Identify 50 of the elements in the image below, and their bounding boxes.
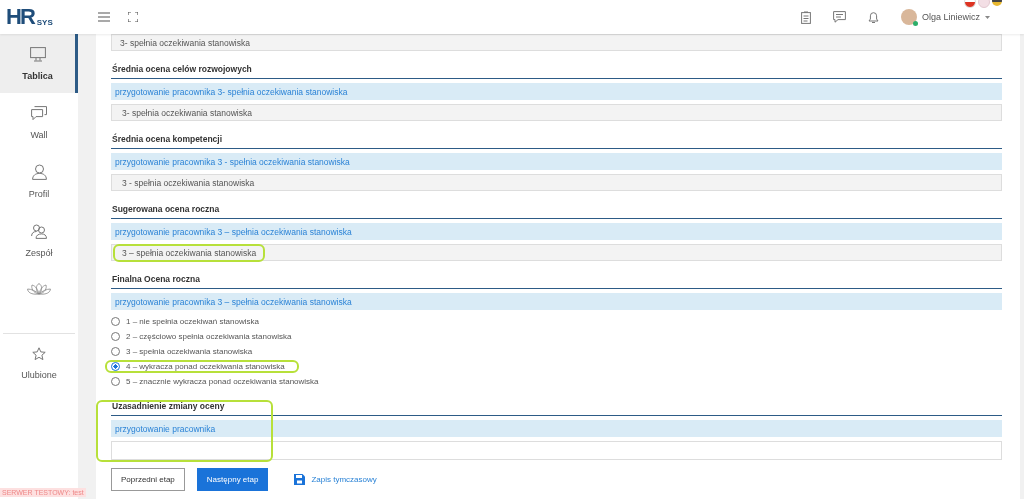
- radio-option[interactable]: 4 – wykracza ponad oczekiwania stanowiska: [105, 360, 299, 373]
- sidebar-item[interactable]: Ulubione: [0, 334, 78, 393]
- section-heading: Finalna Ocena roczna: [111, 274, 1002, 289]
- value-text: 3- spełnia oczekiwania stanowiska: [121, 106, 253, 120]
- next-button[interactable]: Następny etap: [196, 468, 269, 491]
- input-field[interactable]: [111, 441, 1002, 460]
- caret-icon[interactable]: [985, 15, 990, 19]
- user-name[interactable]: Olga Liniewicz: [921, 12, 980, 22]
- lotus-icon: [27, 283, 51, 295]
- radio-option[interactable]: 2 – częściowo spełnia oczekiwania stanowiska: [105, 330, 306, 343]
- team-icon: [31, 223, 47, 239]
- value-field: 3- spełnia oczekiwania stanowiska: [111, 34, 1002, 51]
- sidebar-item[interactable]: Wall: [0, 93, 78, 152]
- sidebar-item[interactable]: Profil: [0, 152, 78, 211]
- value-text: 3 – spełnia oczekiwania stanowiska: [113, 243, 266, 262]
- radio-option[interactable]: 1 – nie spełnia oczekiwań stanowiska: [105, 315, 273, 328]
- sidebar-item[interactable]: Tablica: [0, 34, 78, 93]
- menu-icon[interactable]: [98, 12, 110, 22]
- chat-icon: [31, 105, 47, 121]
- section-heading: Uzasadnienie zmiany oceny: [111, 401, 1002, 416]
- radio-icon[interactable]: [111, 317, 120, 326]
- clipboard-icon[interactable]: [800, 10, 811, 24]
- person-icon: [31, 164, 47, 180]
- hint-bar: przygotowanie pracownika 3- spełnia oczekiwania stanowiska: [111, 83, 1002, 100]
- radio-option[interactable]: 3 – spełnia oczekiwania stanowiska: [105, 345, 267, 358]
- radio-icon[interactable]: [111, 347, 120, 356]
- hint-bar: przygotowanie pracownika 3 – spełnia oczekiwania stanowiska: [111, 293, 1002, 310]
- fullscreen-icon[interactable]: [128, 12, 138, 22]
- previous-button[interactable]: Poprzedni etap: [111, 468, 185, 491]
- online-dot-icon: [912, 21, 918, 26]
- logo[interactable]: HR SYS: [0, 6, 78, 28]
- save-icon[interactable]: [294, 474, 306, 485]
- hint-bar: przygotowanie pracownika 3 - spełnia oczekiwania stanowiska: [111, 153, 1002, 170]
- radio-icon[interactable]: [111, 332, 120, 341]
- save-link[interactable]: Zapis tymczasowy: [311, 475, 377, 484]
- star-icon: [32, 347, 46, 361]
- section-heading: Średnia ocena kompetencji: [111, 134, 1002, 149]
- bell-icon[interactable]: [867, 10, 879, 24]
- section-heading: Sugerowana ocena roczna: [111, 204, 1002, 219]
- hint-bar: przygotowanie pracownika 3 – spełnia oczekiwania stanowiska: [111, 223, 1002, 240]
- avatar[interactable]: [900, 9, 917, 25]
- monitor-icon: [29, 46, 46, 62]
- chat-icon[interactable]: [832, 11, 846, 23]
- value-text: 3 - spełnia oczekiwania stanowiska: [121, 176, 256, 190]
- hint-bar: przygotowanie pracownika: [111, 420, 1002, 437]
- radio-icon[interactable]: [111, 377, 120, 386]
- section-heading: Średnia ocena celów rozwojowych: [111, 64, 1002, 79]
- sidebar-item[interactable]: Zespół: [0, 211, 78, 270]
- radio-icon[interactable]: [111, 362, 120, 371]
- radio-option[interactable]: 5 – znacznie wykracza ponad oczekiwania stanowiska: [105, 375, 333, 388]
